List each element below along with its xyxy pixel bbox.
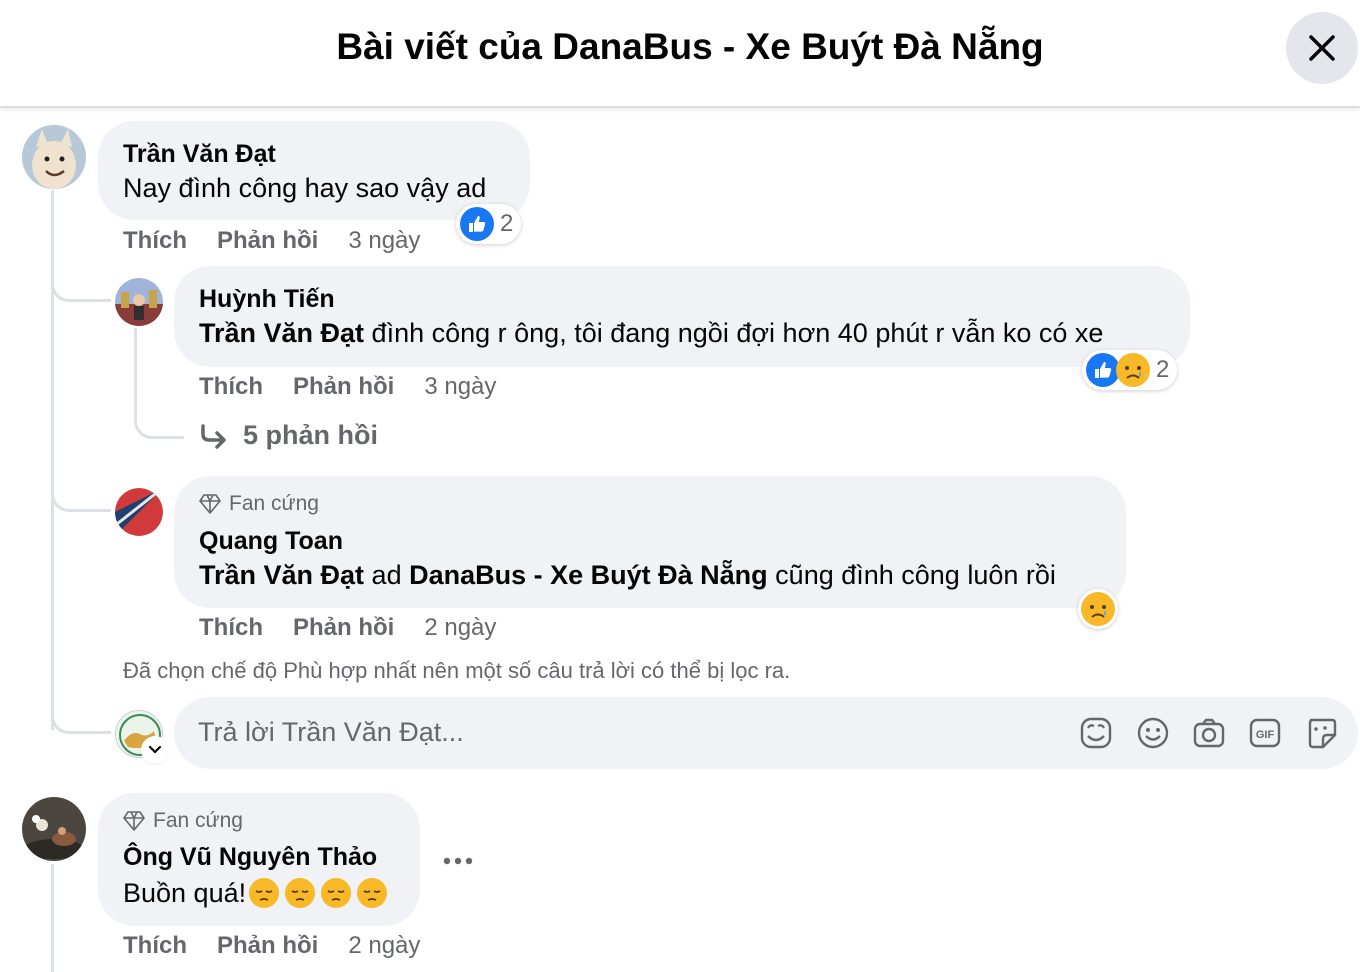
emoji-icon[interactable] [1135,715,1171,751]
avatar-sticker-icon[interactable] [1078,715,1114,751]
reply-button[interactable]: Phản hồi [217,227,318,254]
sticker-icon[interactable] [1303,715,1339,751]
comment-body: ad [364,560,410,590]
ellipsis-icon [443,857,473,865]
thread-line-second [51,864,54,972]
reply-button[interactable]: Phản hồi [293,614,394,641]
comment-actions: Thích Phản hồi 3 ngày [199,373,496,401]
timestamp[interactable]: 2 ngày [424,614,496,641]
badge-label: Fan cứng [153,809,243,832]
like-button[interactable]: Thích [123,932,187,959]
view-more-replies[interactable]: 5 phản hồi [199,420,378,451]
fan-badge: Fan cứng [199,492,319,516]
timestamp[interactable]: 3 ngày [348,227,420,254]
like-button[interactable]: Thích [199,614,263,641]
timestamp[interactable]: 3 ngày [424,373,496,400]
reaction-count: 2 [500,210,514,237]
comment-body: đình công r ông, tôi đang ngồi đợi hơn 4… [364,318,1104,348]
thread-connector [51,470,111,512]
reply-input[interactable]: Trả lời Trần Văn Đạt... GIF [174,697,1358,769]
like-button[interactable]: Thích [199,373,263,400]
close-icon [1309,35,1335,61]
reply-button[interactable]: Phản hồi [217,932,318,959]
avatar[interactable] [115,488,163,536]
reply-placeholder: Trả lời Trần Văn Đạt... [198,717,464,747]
badge-label: Fan cứng [229,492,319,515]
comment-body: Buồn quá! [123,877,247,908]
close-button[interactable] [1286,12,1358,84]
like-button[interactable]: Thích [123,227,187,254]
mention-link[interactable]: Trần Văn Đạt [199,318,364,348]
filter-note: Đã chọn chế độ Phù hợp nhất nên một số c… [123,658,791,683]
reaction-summary[interactable]: 2 [1082,350,1178,390]
account-switch-button[interactable] [143,738,167,762]
diamond-icon [199,494,221,514]
avatar[interactable] [115,278,163,326]
thread-connector [134,395,184,439]
comment-actions: Thích Phản hồi 2 ngày [199,614,496,642]
comment-actions: Thích Phản hồi 3 ngày [123,227,420,255]
pensive-emoji-icon [248,877,388,909]
comment-actions: Thích Phản hồi 2 ngày [123,932,420,960]
sad-icon [1116,353,1150,387]
reaction-summary[interactable] [1078,589,1118,629]
like-icon [460,207,494,241]
comment-author[interactable]: Trần Văn Đạt [123,140,276,169]
timestamp[interactable]: 2 ngày [348,932,420,959]
reply-arrow-icon [201,423,226,449]
fan-badge: Fan cứng [123,809,243,833]
sad-icon [1081,592,1115,626]
thread-connector [51,692,111,734]
avatar[interactable] [22,797,86,861]
avatar[interactable] [22,125,86,189]
comment-text: Trần Văn Đạt đình công r ông, tôi đang n… [199,318,1103,349]
reply-button[interactable]: Phản hồi [293,373,394,400]
comment-author[interactable]: Huỳnh Tiến [199,285,335,314]
mention-link[interactable]: DanaBus - Xe Buýt Đà Nẵng [409,560,768,590]
diamond-icon [123,811,145,831]
like-icon [1086,353,1120,387]
comment-text: Nay đình công hay sao vậy ad [123,173,487,203]
reaction-count: 2 [1156,356,1170,383]
svg-text:GIF: GIF [1256,729,1275,741]
comment-author[interactable]: Quang Toan [199,527,343,556]
camera-icon[interactable] [1191,715,1227,751]
mention-link[interactable]: Trần Văn Đạt [199,560,364,590]
reaction-summary[interactable]: 2 [456,204,522,244]
comment-body: cũng đình công luôn rồi [767,560,1056,590]
more-replies-label: 5 phản hồi [243,420,378,450]
more-options-button[interactable] [443,840,473,874]
dialog-title: Bài viết của DanaBus - Xe Buýt Đà Nẵng [336,26,1044,67]
comment-text: Buồn quá! [123,877,388,909]
comment-text: Trần Văn Đạt ad DanaBus - Xe Buýt Đà Nẵn… [199,560,1056,591]
comment-author[interactable]: Ông Vũ Nguyên Thảo [123,843,377,872]
thread-connector [51,260,111,302]
dialog-header: Bài viết của DanaBus - Xe Buýt Đà Nẵng [0,0,1360,108]
gif-icon[interactable]: GIF [1247,715,1283,751]
comment-bubble [98,121,530,220]
comment-bubble [174,266,1190,367]
chevron-down-icon [148,745,162,754]
